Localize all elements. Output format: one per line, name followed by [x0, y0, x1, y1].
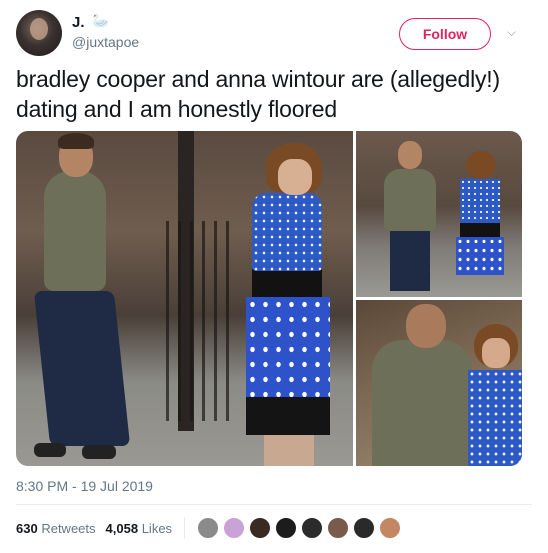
swan-emoji-icon: 🦢: [92, 12, 110, 28]
man-figure-shirt: [372, 340, 472, 466]
liker-avatar[interactable]: [275, 517, 298, 539]
man-figure-shoe: [34, 443, 66, 457]
woman-figure-skirt: [456, 237, 504, 275]
man-figure-head: [398, 141, 422, 169]
woman-figure-dress-hem: [246, 395, 330, 435]
follow-button[interactable]: Follow: [399, 18, 491, 50]
media-photo-main[interactable]: [16, 131, 353, 466]
man-figure-head: [406, 304, 446, 348]
tweet-header: J. 🦢 @juxtapoe Follow ⌵: [16, 10, 532, 58]
media-photo-top-right[interactable]: [356, 131, 522, 297]
man-figure-legs: [33, 291, 131, 446]
woman-figure-waistband: [252, 269, 322, 297]
liker-avatar[interactable]: [223, 517, 246, 539]
author-display-name[interactable]: J.: [72, 14, 85, 31]
retweets-count: 630: [16, 520, 38, 536]
divider: [16, 504, 532, 505]
author-handle[interactable]: @juxtapoe: [72, 34, 139, 50]
tweet-text: bradley cooper and anna wintour are (all…: [16, 66, 500, 122]
author-avatar[interactable]: [16, 10, 62, 56]
tweet-media-grid: [16, 131, 522, 466]
liker-avatar[interactable]: [301, 517, 324, 539]
woman-figure-face: [482, 338, 510, 368]
woman-figure-legs: [264, 433, 314, 466]
liker-avatars: [197, 517, 405, 539]
liker-avatar[interactable]: [327, 517, 350, 539]
liker-avatar[interactable]: [197, 517, 220, 539]
woman-figure-top: [252, 193, 322, 271]
woman-figure-waistband: [460, 223, 500, 237]
woman-figure-face: [278, 159, 312, 195]
man-figure-legs: [390, 231, 430, 291]
liker-avatar[interactable]: [353, 517, 376, 539]
tweet-stats: 630 Retweets 4,058 Likes: [16, 517, 405, 539]
likes-label: Likes: [141, 520, 173, 536]
iron-fence: [166, 221, 236, 421]
stats-separator: [184, 517, 186, 539]
likes-count: 4,058: [105, 520, 139, 536]
man-figure-hair: [58, 133, 94, 149]
likes-stat[interactable]: 4,058 Likes: [106, 521, 173, 536]
liker-avatar[interactable]: [249, 517, 272, 539]
woman-figure-top: [468, 370, 522, 466]
woman-figure-top: [460, 179, 500, 223]
man-figure-shirt: [384, 169, 436, 231]
woman-figure-skirt: [246, 297, 330, 397]
woman-figure-hair: [466, 151, 496, 179]
man-figure-shoe: [82, 445, 116, 459]
retweets-label: Retweets: [41, 520, 96, 536]
media-photo-bottom-right[interactable]: [356, 300, 522, 466]
chevron-down-icon[interactable]: ⌵: [507, 25, 516, 40]
liker-avatar[interactable]: [379, 517, 402, 539]
tweet-timestamp[interactable]: 8:30 PM - 19 Jul 2019: [16, 478, 153, 494]
retweets-stat[interactable]: 630 Retweets: [16, 521, 96, 536]
man-figure-shirt: [44, 171, 106, 291]
